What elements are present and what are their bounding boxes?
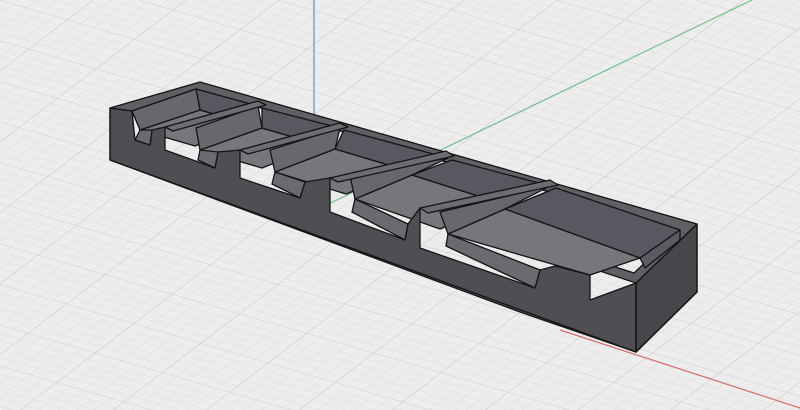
viewport-scene[interactable]: [0, 0, 800, 410]
3d-viewport[interactable]: [0, 0, 800, 410]
